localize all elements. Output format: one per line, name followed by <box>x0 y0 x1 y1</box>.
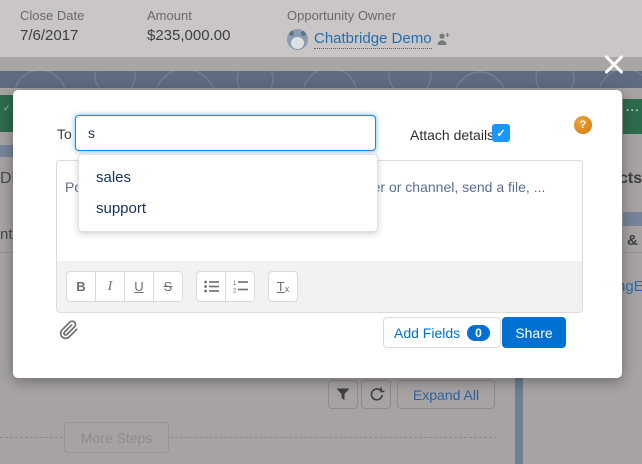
svg-text:1: 1 <box>233 281 237 287</box>
remove-formatting-t: T <box>277 279 285 294</box>
share-modal: To Attach details? ✓ ? Post an update or… <box>13 90 622 378</box>
right-accent-bar <box>623 212 642 226</box>
close-icon[interactable] <box>602 52 626 76</box>
scrollbar[interactable] <box>515 378 523 464</box>
avatar <box>287 29 308 50</box>
path-check-icon: ✓ <box>3 103 11 113</box>
paperclip-icon <box>59 320 79 340</box>
bg-text-fragment: nt <box>0 226 13 243</box>
italic-button[interactable]: I <box>95 271 125 302</box>
add-fields-label: Add Fields <box>394 325 460 341</box>
remove-formatting-x: x <box>285 284 290 294</box>
page: Close Date 7/6/2017 Amount $235,000.00 O… <box>0 0 642 464</box>
underline-button[interactable]: U <box>124 271 154 302</box>
ellipsis-icon: ··· <box>626 105 640 117</box>
strikethrough-button[interactable]: S <box>153 271 183 302</box>
format-group: B I U S <box>66 271 183 302</box>
expand-all-button[interactable]: Expand All <box>397 380 495 409</box>
close-date-label: Close Date <box>20 8 84 23</box>
banner-pattern <box>0 71 642 88</box>
opportunity-owner-label: Opportunity Owner <box>287 8 396 23</box>
refresh-icon <box>368 386 385 403</box>
attach-details-label: Attach details? <box>410 127 502 143</box>
expand-all-label: Expand All <box>413 387 479 403</box>
attach-file-button[interactable] <box>59 320 79 345</box>
add-fields-button[interactable]: Add Fields 0 <box>383 317 501 348</box>
bold-button[interactable]: B <box>66 271 96 302</box>
suggestion-support[interactable]: support <box>79 193 377 224</box>
amount-label: Amount <box>147 8 230 23</box>
add-fields-count-badge: 0 <box>467 325 490 341</box>
owner-row: Chatbridge Demo <box>287 29 450 50</box>
owner-link[interactable]: Chatbridge Demo <box>314 30 432 50</box>
bg-text-fragment: & <box>627 232 638 249</box>
filter-button[interactable] <box>328 380 358 409</box>
more-steps-button[interactable]: More Steps <box>64 422 169 453</box>
numbered-list-icon: 12 <box>233 280 248 293</box>
share-button[interactable]: Share <box>502 317 566 348</box>
field-close-date: Close Date 7/6/2017 <box>20 8 84 44</box>
divider <box>623 252 642 253</box>
to-suggestions-dropdown: sales support <box>78 154 378 232</box>
field-amount: Amount $235,000.00 <box>147 8 230 44</box>
numbered-list-button[interactable]: 12 <box>225 271 255 302</box>
path-stage-right: ··· <box>623 99 642 134</box>
bullet-list-button[interactable] <box>196 271 226 302</box>
suggestion-sales[interactable]: sales <box>79 162 377 193</box>
wave-pattern-svg <box>0 71 642 88</box>
path-stage-left: ✓ <box>0 95 13 132</box>
field-opportunity-owner: Opportunity Owner <box>287 8 396 23</box>
filter-icon <box>335 387 351 402</box>
share-label: Share <box>515 325 552 341</box>
to-input[interactable] <box>75 115 376 151</box>
clear-group: Tx <box>268 271 298 302</box>
attach-details-checkbox[interactable]: ✓ <box>492 124 510 142</box>
refresh-button[interactable] <box>361 380 391 409</box>
more-steps-label: More Steps <box>81 430 153 446</box>
amount-value: $235,000.00 <box>147 27 230 44</box>
help-icon[interactable]: ? <box>574 116 592 134</box>
to-label: To <box>57 126 72 142</box>
change-owner-icon[interactable] <box>437 32 450 47</box>
list-group: 12 <box>196 271 255 302</box>
bg-text-fragment: cts <box>619 170 642 188</box>
bullet-list-icon <box>204 280 219 293</box>
remove-formatting-button[interactable]: Tx <box>268 271 298 302</box>
left-accent-bar <box>0 145 13 157</box>
checkmark-icon: ✓ <box>496 127 505 140</box>
record-header: Close Date 7/6/2017 Amount $235,000.00 O… <box>0 0 642 57</box>
editor-toolbar: B I U S 12 Tx <box>57 261 582 312</box>
svg-text:2: 2 <box>233 289 237 294</box>
divider <box>0 252 13 253</box>
header-divider <box>0 57 642 71</box>
close-date-value: 7/6/2017 <box>20 27 84 44</box>
